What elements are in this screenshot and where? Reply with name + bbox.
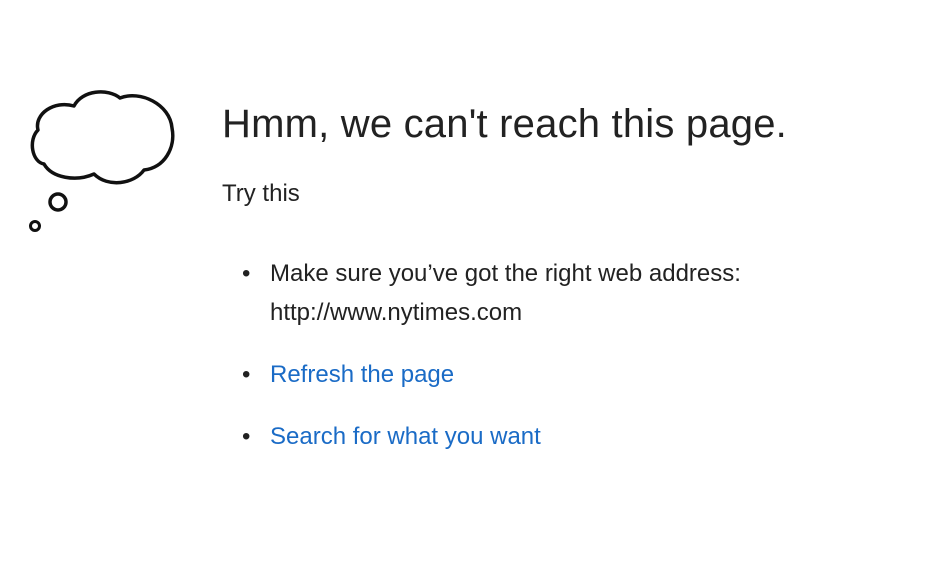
page-title: Hmm, we can't reach this page. [222,102,787,146]
suggestions-list: • Make sure you’ve got the right web add… [222,254,912,456]
refresh-page-link[interactable]: Refresh the page [270,361,454,388]
address-url: http://www.nytimes.com [270,299,523,326]
list-item-search: • Search for what you want [222,417,912,456]
error-content: Hmm, we can't reach this page. Try this … [222,98,912,479]
thought-cloud-icon [29,90,175,232]
list-item-refresh: • Refresh the page [222,355,912,394]
try-this-heading: Try this [222,180,300,207]
bullet: • [242,423,251,450]
search-link[interactable]: Search for what you want [270,423,541,450]
bullet: • [242,361,251,388]
error-page: Hmm, we can't reach this page. Try this … [0,0,934,580]
list-item-check-address: • Make sure you’ve got the right web add… [222,254,912,332]
bullet: • [242,260,251,287]
check-address-text: Make sure you’ve got the right web addre… [270,260,741,287]
